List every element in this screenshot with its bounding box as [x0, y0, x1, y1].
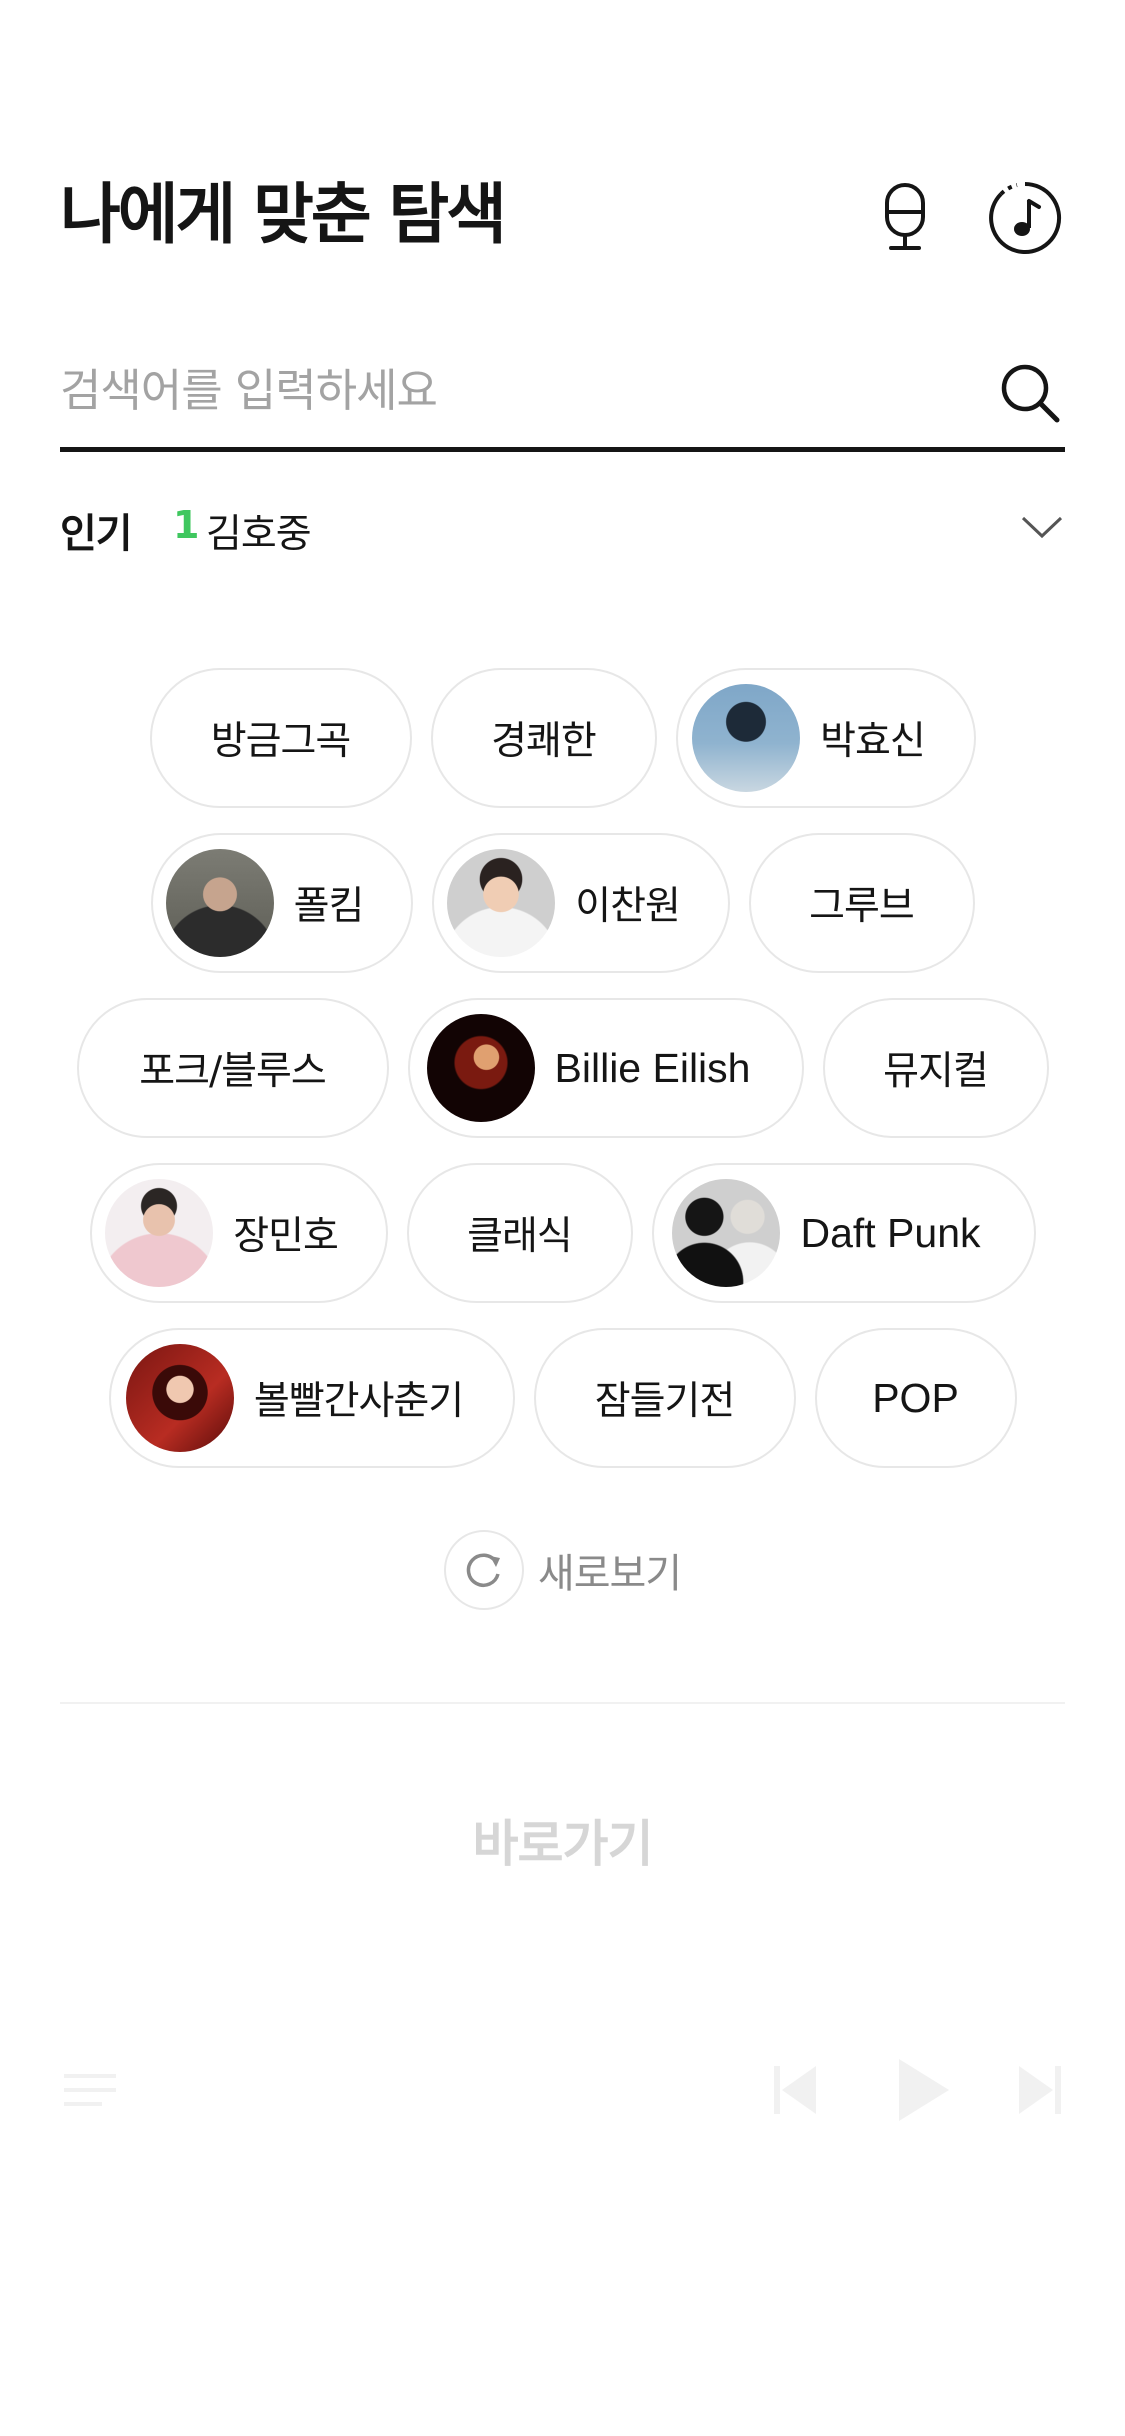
next-icon: [1019, 2066, 1061, 2114]
shortcut-item-faded: ▂▂▂▂: [228, 1988, 339, 2018]
artist-label: 볼빨간사춘기: [253, 1379, 464, 1424]
keyword-row: 폴킴 이찬원 그루브: [0, 833, 1125, 973]
artist-avatar: [692, 684, 801, 792]
artist-chip[interactable]: 볼빨간사춘기: [108, 1328, 515, 1468]
keyword-label: 그루브: [809, 884, 915, 929]
popular-rank: 1: [173, 503, 200, 547]
keyword-label: POP: [872, 1374, 959, 1421]
artist-chip[interactable]: 박효신: [675, 668, 976, 808]
mini-player: [0, 2050, 1125, 2130]
previous-button[interactable]: [765, 2050, 825, 2130]
keyword-label: 포크/블루스: [139, 1049, 327, 1094]
play-icon: [899, 2059, 949, 2121]
refresh-label: 새로보기: [537, 1551, 682, 1597]
voice-search-button[interactable]: [865, 178, 945, 258]
keyword-row: 볼빨간사춘기 잠들기전 POP: [0, 1328, 1125, 1468]
artist-chip[interactable]: 이찬원: [431, 833, 730, 973]
keyword-row: 장민호 클래식 Daft Punk: [0, 1163, 1125, 1303]
playlist-icon: [64, 2074, 116, 2106]
music-recognition-icon: [989, 182, 1062, 254]
keyword-chip[interactable]: 잠들기전: [533, 1328, 796, 1468]
play-button[interactable]: [888, 2050, 958, 2130]
refresh-icon: [466, 1553, 500, 1587]
chevron-down-icon: [1021, 516, 1063, 539]
shortcut-item-faded: ▂▂▂▂: [760, 1988, 871, 2018]
artist-avatar: [426, 1014, 535, 1122]
popular-label: 인기: [60, 511, 133, 557]
microphone-icon: [885, 183, 925, 250]
keyword-chip[interactable]: 경쾌한: [430, 668, 657, 808]
artist-chip[interactable]: Daft Punk: [651, 1163, 1036, 1303]
artist-avatar: [447, 849, 556, 957]
keyword-label: 뮤지컬: [883, 1049, 989, 1094]
artist-avatar: [105, 1179, 214, 1287]
section-divider: [60, 1702, 1065, 1704]
search-bar: [60, 340, 1065, 452]
artist-label: 이찬원: [575, 884, 681, 929]
page-header: 나에게 맞춘 탐색: [60, 170, 1065, 260]
keyword-chip[interactable]: POP: [814, 1328, 1017, 1468]
search-input[interactable]: [60, 340, 960, 440]
keyword-chip[interactable]: 뮤지컬: [822, 998, 1049, 1138]
popular-expand-button[interactable]: [1019, 507, 1065, 547]
search-button[interactable]: [995, 358, 1065, 428]
keyword-label: 경쾌한: [491, 719, 597, 764]
artist-label: Daft Punk: [800, 1209, 981, 1256]
playlist-button[interactable]: [60, 2050, 120, 2130]
artist-chip[interactable]: 폴킴: [150, 833, 413, 973]
keyword-row: 방금그곡 경쾌한 박효신: [0, 668, 1125, 808]
artist-avatar: [165, 849, 274, 957]
keyword-label: 잠들기전: [594, 1379, 736, 1424]
recommend-keywords: 방금그곡 경쾌한 박효신 폴킴 이찬원 그루브 포크/블루스 Billie Ei…: [0, 668, 1125, 1493]
music-recognition-button[interactable]: [985, 178, 1065, 258]
artist-chip[interactable]: 장민호: [89, 1163, 388, 1303]
keyword-label: 클래식: [467, 1214, 573, 1259]
search-icon: [1001, 364, 1060, 423]
keyword-row: 포크/블루스 Billie Eilish 뮤지컬: [0, 998, 1125, 1138]
shortcuts-faded-row: ▂▂▂▂ ▂▂▂▂: [0, 1978, 1125, 2018]
artist-label: 장민호: [233, 1214, 339, 1259]
artist-label: 박효신: [820, 719, 926, 764]
next-button[interactable]: [1010, 2050, 1070, 2130]
previous-icon: [774, 2066, 816, 2114]
artist-chip[interactable]: Billie Eilish: [407, 998, 804, 1138]
keyword-chip[interactable]: 그루브: [748, 833, 975, 973]
refresh-icon-wrap: [443, 1530, 524, 1610]
artist-avatar: [672, 1179, 781, 1287]
page-title: 나에게 맞춘 탐색: [60, 176, 507, 253]
keyword-chip[interactable]: 방금그곡: [149, 668, 412, 808]
keyword-chip[interactable]: 포크/블루스: [76, 998, 389, 1138]
keyword-label: 방금그곡: [210, 719, 352, 764]
shortcuts-title: 바로가기: [472, 1815, 654, 1873]
artist-avatar: [125, 1344, 234, 1452]
keyword-chip[interactable]: 클래식: [406, 1163, 633, 1303]
popular-search-ticker[interactable]: 인기 1 김호중: [60, 495, 1065, 565]
artist-label: Billie Eilish: [554, 1044, 751, 1091]
artist-label: 폴킴: [293, 884, 365, 929]
refresh-keywords-button[interactable]: 새로보기: [0, 1530, 1125, 1610]
popular-term[interactable]: 김호중: [206, 503, 312, 559]
